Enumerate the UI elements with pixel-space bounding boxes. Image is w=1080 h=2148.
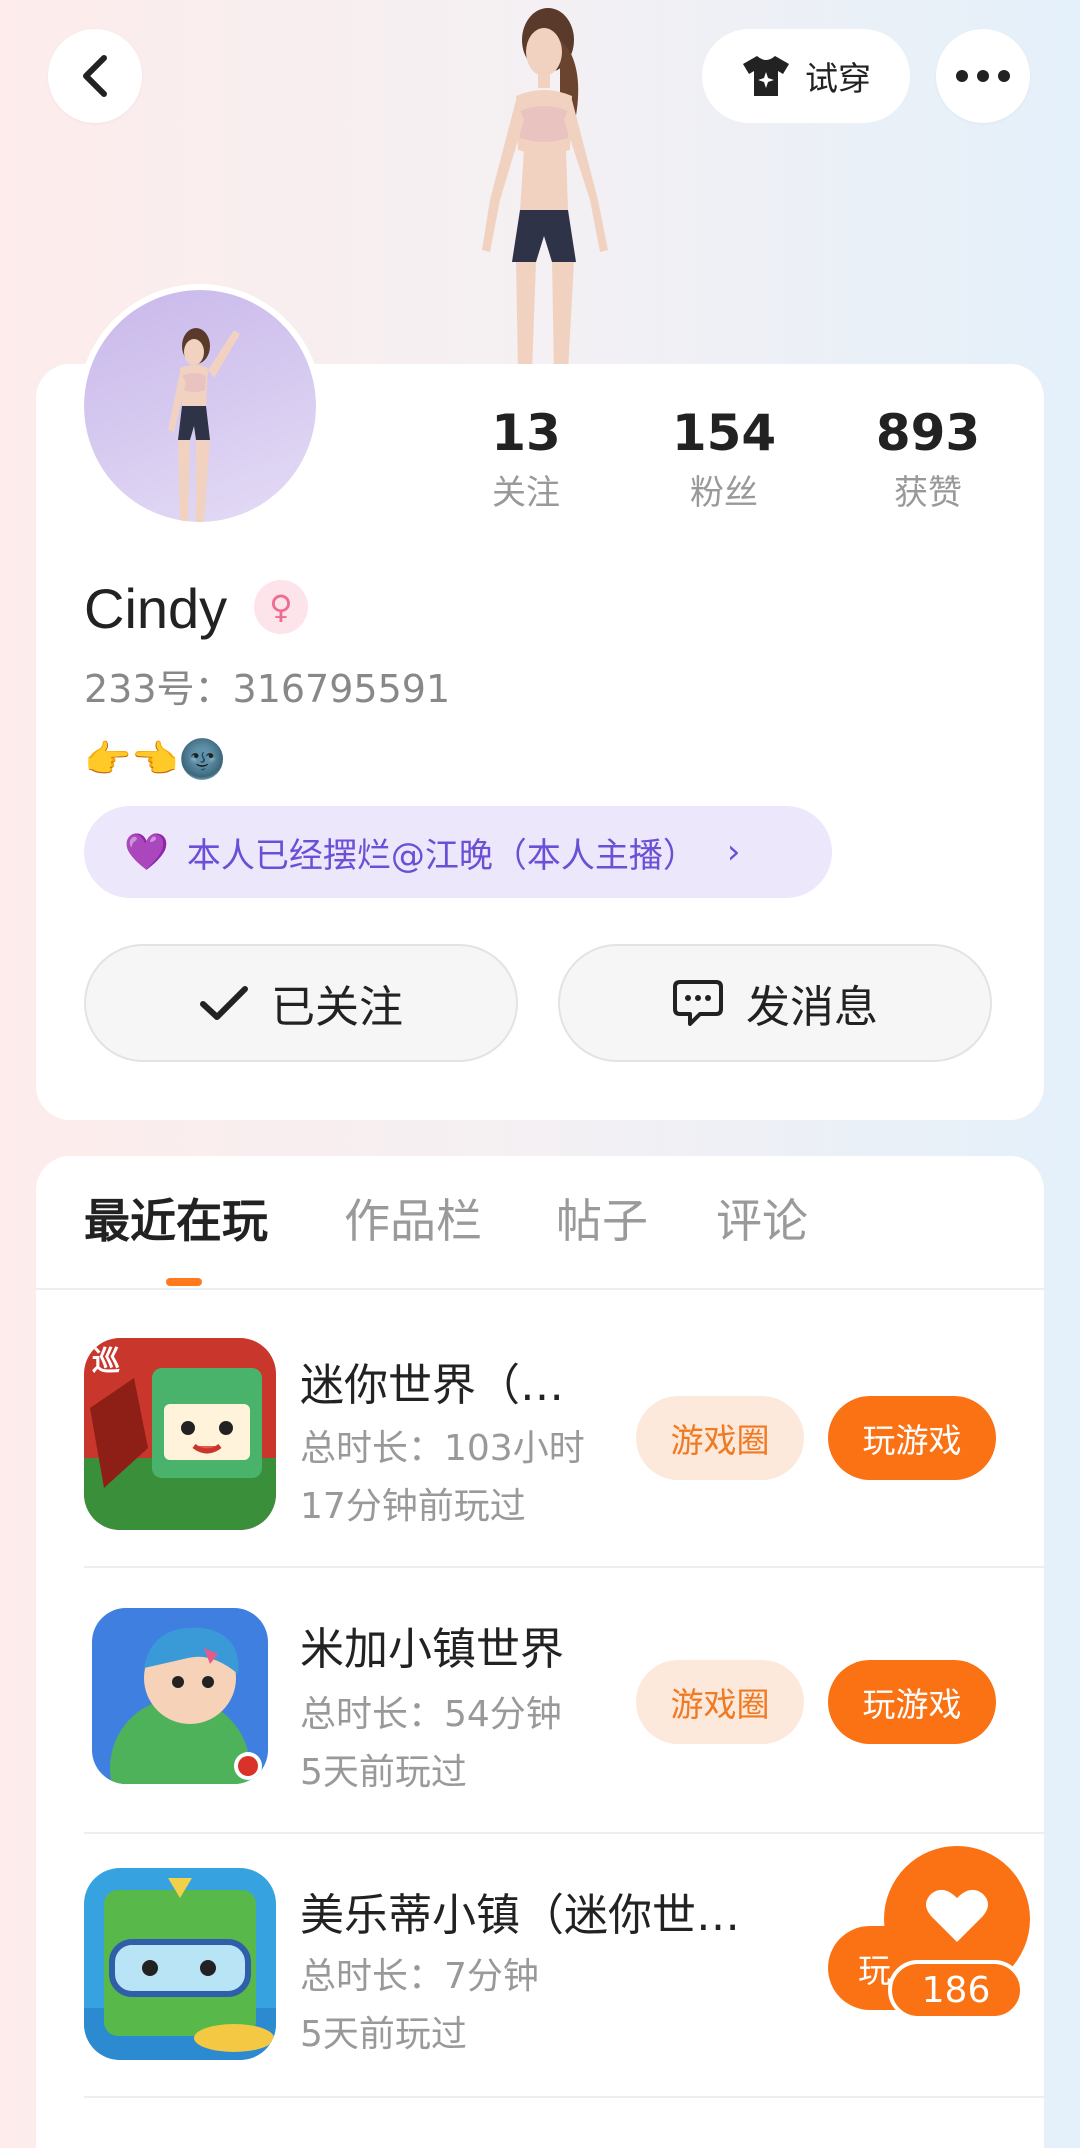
- female-icon: ♀: [254, 580, 308, 634]
- game-duration: 总时长：7分钟: [300, 1956, 539, 1997]
- game-duration: 总时长：54分钟: [300, 1694, 562, 1735]
- row-divider: [84, 1832, 1044, 1834]
- tab-posts[interactable]: 帖子: [556, 1186, 648, 1256]
- chevron-right-icon: ›: [726, 832, 741, 872]
- try-on-button[interactable]: 试穿: [702, 29, 910, 123]
- tab-recently-played[interactable]: 最近在玩: [84, 1186, 268, 1256]
- stat-followers-label: 粉丝: [690, 473, 758, 513]
- stat-likes-label: 获赞: [894, 473, 962, 513]
- message-button[interactable]: 发消息: [558, 944, 992, 1062]
- profile-page: 试穿 13 关注 154 粉丝 893 获赞 Cindy ♀ 233号：3167…: [0, 0, 1080, 2148]
- try-on-label: 试穿: [805, 59, 871, 98]
- like-count: 186: [888, 1960, 1024, 2020]
- stat-following-label: 关注: [492, 473, 560, 513]
- game-title[interactable]: 美乐蒂小镇（迷你世…: [300, 1886, 740, 1946]
- play-game-button[interactable]: 玩游戏: [828, 1396, 996, 1480]
- stat-likes[interactable]: 893 获赞: [838, 398, 1018, 518]
- game-last-played: 5天前玩过: [300, 1752, 467, 1793]
- svg-text:巡: 巡: [92, 1344, 120, 1377]
- avatar[interactable]: [84, 290, 316, 522]
- game-circle-button[interactable]: 游戏圈: [636, 1660, 804, 1744]
- back-arrow-icon: [83, 55, 107, 97]
- profile-name: Cindy: [84, 577, 228, 640]
- play-game-button[interactable]: 玩游戏: [828, 1660, 996, 1744]
- chat-bubble-icon: [673, 980, 723, 1026]
- tab-works[interactable]: 作品栏: [344, 1186, 482, 1256]
- stat-followers[interactable]: 154 粉丝: [634, 398, 814, 518]
- tab-divider: [36, 1288, 1044, 1290]
- row-divider: [84, 2096, 1044, 2098]
- game-title[interactable]: 米加小镇世界: [300, 1620, 564, 1680]
- check-icon: [200, 986, 248, 1020]
- game-icon-miga-town[interactable]: [92, 1608, 268, 1784]
- game-title[interactable]: 迷你世界（…: [300, 1356, 564, 1416]
- profile-uid: 233号：316795591: [84, 667, 451, 711]
- followed-button[interactable]: 已关注: [84, 944, 518, 1062]
- followed-label: 已关注: [271, 982, 403, 1033]
- tab-active-indicator: [166, 1278, 202, 1286]
- game-icon-mini-world[interactable]: 巡: [84, 1338, 276, 1530]
- profile-signature: 👉👈🌚: [84, 737, 226, 781]
- stat-following-value: 13: [491, 404, 561, 462]
- game-icon-melody-town[interactable]: [84, 1868, 276, 2060]
- club-badge[interactable]: 💜 本人已经摆烂@江晚（本人主播） ›: [84, 806, 832, 898]
- purple-heart-icon: 💜: [124, 832, 169, 873]
- avatar-figure: [482, 8, 608, 372]
- row-divider: [84, 1566, 1044, 1568]
- stat-likes-value: 893: [875, 404, 981, 462]
- game-last-played: 17分钟前玩过: [300, 1486, 526, 1527]
- stat-following[interactable]: 13 关注: [436, 398, 616, 518]
- back-button[interactable]: [48, 29, 142, 123]
- shirt-icon: [743, 56, 789, 96]
- game-last-played: 5天前玩过: [300, 2014, 467, 2055]
- heart-icon: [926, 1889, 988, 1942]
- tab-comments[interactable]: 评论: [716, 1186, 808, 1256]
- game-duration: 总时长：103小时: [300, 1428, 585, 1469]
- avatar-figure-small: [168, 328, 240, 522]
- more-dots-icon: [956, 70, 1010, 82]
- message-label: 发消息: [746, 982, 878, 1033]
- club-text: 本人已经摆烂@江晚（本人主播）: [186, 835, 697, 876]
- more-button[interactable]: [936, 29, 1030, 123]
- stat-followers-value: 154: [671, 404, 777, 462]
- game-circle-button[interactable]: 游戏圈: [636, 1396, 804, 1480]
